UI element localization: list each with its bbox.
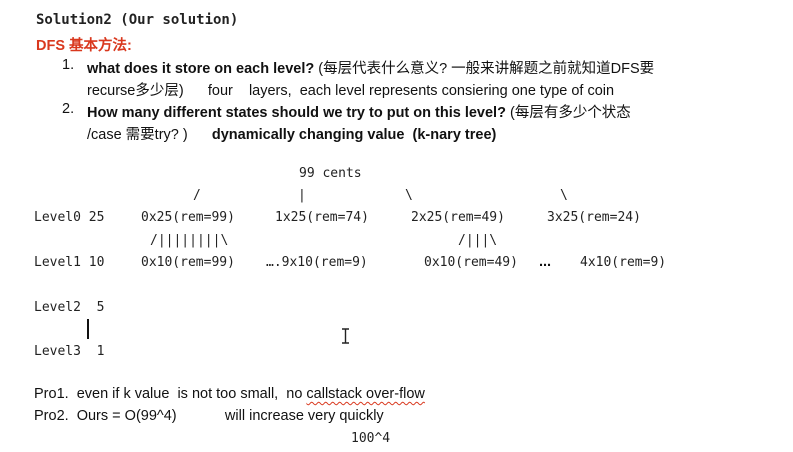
tree-root: 99 cents [299, 166, 362, 181]
list-item-2-line1: How many different states should we try … [87, 101, 631, 122]
solution-heading: Solution2 (Our solution) [36, 12, 239, 28]
question-text: what does it store on each level? [87, 61, 319, 77]
tree-edge: | [298, 188, 306, 203]
answer-text: dynamically changing value (k-nary tree) [211, 127, 497, 143]
level2-label: Level2 5 [34, 300, 105, 315]
spellcheck-text: callstack over-flow [306, 386, 425, 402]
text-caret [87, 319, 89, 339]
list-item-1-line1: what does it store on each level? (每层代表什… [87, 57, 654, 78]
level1-label: Level1 10 [34, 255, 105, 270]
list-item-1-line2: recurse多少层) four layers, each level repr… [87, 83, 615, 99]
tree-node: 1x25(rem=74) [275, 210, 369, 225]
level3-label: Level3 1 [34, 344, 105, 359]
list-item-number: 1. [62, 57, 75, 73]
pro2-line: Pro2. Ours = O(99^4) will increase very … [34, 408, 384, 424]
tree-edge: \ [405, 188, 413, 203]
tree-node: 0x10(rem=99) [141, 255, 235, 270]
complexity-note: 100^4 [351, 431, 391, 446]
list-item-2-line2: /case 需要try? ) dynamically changing valu… [87, 123, 496, 144]
list-item-number: 2. [62, 101, 75, 117]
question-note: (每层有多少个状态 [509, 105, 631, 121]
tree-node: 0x25(rem=99) [141, 210, 235, 225]
tree-node: 2x25(rem=49) [411, 210, 505, 225]
tree-node: 3x25(rem=24) [547, 210, 641, 225]
tree-node: 0x10(rem=49) [424, 255, 518, 270]
question-text: How many different states should we try … [87, 105, 510, 121]
level0-label: Level0 25 [34, 210, 105, 225]
tree-edge: \ [560, 188, 568, 203]
ibeam-cursor-icon [342, 328, 349, 344]
tree-branches: /|||\ [458, 233, 498, 248]
ellipsis: ... [539, 254, 552, 270]
dfs-title: DFS 基本方法: [36, 38, 132, 54]
pro1-text: Pro1. even if k value is not too small, … [34, 386, 307, 402]
question-note: /case 需要try? ) [87, 127, 212, 143]
question-note: (每层代表什么意义? 一般来讲解题之前就知道DFS要 [318, 61, 655, 77]
tree-edge: / [193, 188, 201, 203]
tree-node: ….9x10(rem=9) [266, 255, 368, 270]
pro1-line: Pro1. even if k value is not too small, … [34, 386, 425, 402]
tree-branches: /||||||||\ [150, 233, 229, 248]
tree-node: 4x10(rem=9) [580, 255, 667, 270]
